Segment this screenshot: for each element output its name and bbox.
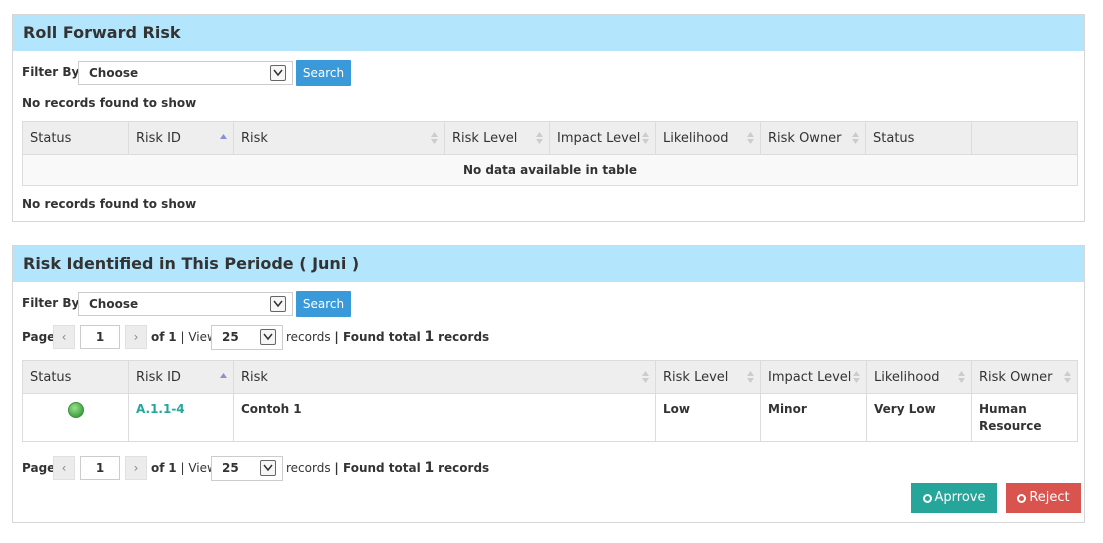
col-risk[interactable]: Risk	[233, 121, 445, 155]
identified-table: Status Risk ID Risk Risk Level Impact Le…	[22, 360, 1078, 442]
view-select-value: 25	[222, 461, 239, 475]
chevron-down-icon	[260, 329, 276, 345]
roll-forward-panel: Roll Forward Risk Filter By Choose Searc…	[12, 14, 1085, 222]
page-label: Page	[22, 461, 56, 475]
prev-page-button[interactable]: ‹	[53, 456, 75, 480]
circle-icon	[922, 494, 932, 503]
approve-label: Aprrove	[934, 490, 986, 505]
impact-level-cell: Minor	[760, 393, 867, 442]
filter-select-value: Choose	[89, 297, 139, 311]
view-select[interactable]: 25	[211, 456, 283, 481]
page-label: Page	[22, 330, 56, 344]
page-input[interactable]: 1	[80, 456, 120, 480]
roll-forward-table: Status Risk ID Risk Risk Level Impact Le…	[22, 121, 1078, 186]
col-risk-id[interactable]: Risk ID	[128, 121, 234, 155]
chevron-down-icon	[270, 65, 286, 81]
empty-message: No data available in table	[22, 154, 1078, 186]
filter-select-value: Choose	[89, 66, 139, 80]
table-header-row: Status Risk ID Risk Risk Level Impact Le…	[22, 360, 1078, 394]
records-found-text: records | Found total 1 records	[286, 329, 490, 345]
col-risk-level[interactable]: Risk Level	[655, 360, 761, 394]
table-header-row: Status Risk ID Risk Risk Level Impact Le…	[22, 121, 1078, 155]
sort-icon	[747, 132, 754, 144]
sort-icon	[853, 371, 860, 383]
risk-id-cell: A.1.1-4	[128, 393, 234, 442]
reject-label: Reject	[1029, 490, 1070, 505]
col-status: Status	[22, 121, 129, 155]
sort-asc-icon	[220, 373, 227, 378]
col-actions	[971, 121, 1078, 155]
prev-page-button[interactable]: ‹	[53, 325, 75, 349]
view-select[interactable]: 25	[211, 325, 283, 350]
table-empty-row: No data available in table	[22, 154, 1078, 186]
sort-icon	[642, 132, 649, 144]
risk-cell: Contoh 1	[233, 393, 656, 442]
sort-icon	[536, 132, 543, 144]
view-select-value: 25	[222, 330, 239, 344]
sort-icon	[747, 371, 754, 383]
risk-owner-cell: Human Resource	[971, 393, 1078, 442]
col-risk-owner[interactable]: Risk Owner	[760, 121, 866, 155]
identified-panel: Risk Identified in This Periode ( Juni )…	[12, 245, 1085, 523]
col-impact-level[interactable]: Impact Level	[760, 360, 867, 394]
sort-icon	[1064, 371, 1071, 383]
sort-icon	[642, 371, 649, 383]
col-likelihood[interactable]: Likelihood	[866, 360, 972, 394]
chevron-down-icon	[260, 460, 276, 476]
col-impact-level[interactable]: Impact Level	[549, 121, 656, 155]
next-page-button[interactable]: ›	[125, 456, 147, 480]
panel-title: Risk Identified in This Periode ( Juni )	[13, 246, 1084, 282]
filter-select[interactable]: Choose	[78, 292, 293, 316]
table-row: A.1.1-4 Contoh 1 Low Minor Very Low Huma…	[22, 393, 1078, 442]
reject-button[interactable]: Reject	[1006, 483, 1081, 513]
status-cell	[22, 393, 129, 442]
no-records-top: No records found to show	[22, 96, 197, 110]
filter-label: Filter By	[22, 296, 80, 310]
col-risk[interactable]: Risk	[233, 360, 656, 394]
panel-title: Roll Forward Risk	[13, 15, 1084, 51]
search-button[interactable]: Search	[296, 291, 351, 317]
sort-icon	[852, 132, 859, 144]
sort-icon	[958, 371, 965, 383]
records-found-text: records | Found total 1 records	[286, 460, 490, 476]
pager-top: Page ‹ 1 › of 1 | View 25 records | Foun…	[13, 325, 613, 351]
col-risk-owner[interactable]: Risk Owner	[971, 360, 1078, 394]
approve-button[interactable]: Aprrove	[911, 483, 997, 513]
col-status-2: Status	[865, 121, 972, 155]
page-input[interactable]: 1	[80, 325, 120, 349]
filter-label: Filter By	[22, 65, 80, 79]
filter-select[interactable]: Choose	[78, 61, 293, 85]
col-risk-id[interactable]: Risk ID	[128, 360, 234, 394]
col-risk-level[interactable]: Risk Level	[444, 121, 550, 155]
next-page-button[interactable]: ›	[125, 325, 147, 349]
chevron-down-icon	[270, 296, 286, 312]
no-records-bottom: No records found to show	[22, 197, 197, 211]
col-status: Status	[22, 360, 129, 394]
risk-level-cell: Low	[655, 393, 761, 442]
status-green-icon	[67, 402, 84, 418]
risk-id-link[interactable]: A.1.1-4	[136, 402, 185, 416]
col-likelihood[interactable]: Likelihood	[655, 121, 761, 155]
page-of-text: of 1 | View	[151, 330, 217, 344]
search-button[interactable]: Search	[296, 60, 351, 86]
sort-icon	[431, 132, 438, 144]
pager-bottom: Page ‹ 1 › of 1 | View 25 records | Foun…	[13, 456, 613, 482]
circle-icon	[1017, 494, 1027, 503]
sort-asc-icon	[220, 134, 227, 139]
likelihood-cell: Very Low	[866, 393, 972, 442]
page-of-text: of 1 | View	[151, 461, 217, 475]
